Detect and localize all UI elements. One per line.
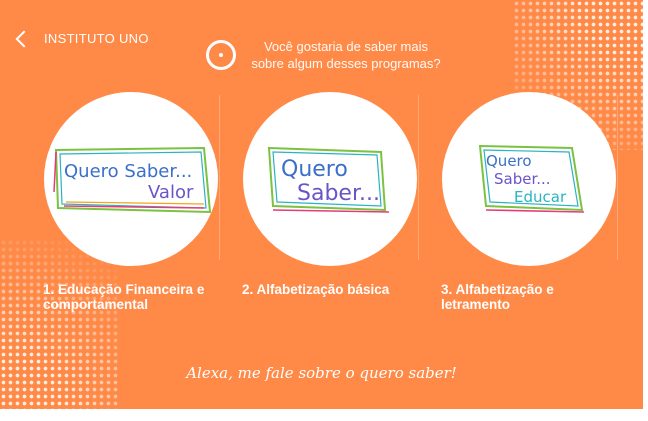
logo-line-2: Saber...	[297, 181, 380, 206]
program-logo-circle: Quero Saber... Educar	[442, 92, 616, 266]
program-title: 1. Educação Financeira e comportamental	[43, 282, 205, 312]
program-logo-circle: Quero Saber... Valor	[44, 92, 218, 266]
logo-line-1: Quero Saber...	[64, 161, 192, 182]
alexa-ring-icon	[206, 40, 236, 70]
program-title: 2. Alfabetização básica	[242, 282, 390, 297]
quero-saber-educar-logo: Quero Saber... Educar	[478, 144, 585, 213]
logo-line-3: Educar	[514, 188, 567, 206]
program-card-1[interactable]: Quero Saber... Valor 1. Educação Finance…	[43, 92, 228, 312]
echo-show-screen: INSTITUTO UNO Você gostaria de saber mai…	[0, 0, 643, 409]
program-logo-circle: Quero Saber...	[243, 92, 417, 266]
alexa-prompt: Você gostaria de saber mais sobre algum …	[206, 38, 446, 72]
program-card-3[interactable]: Quero Saber... Educar 3. Alfabetização e…	[441, 92, 626, 312]
program-title: 3. Alfabetização e letramento	[441, 282, 554, 312]
logo-line-2: Saber...	[494, 170, 551, 188]
voice-hint: Alexa, me fale sobre o quero saber!	[186, 364, 457, 382]
program-card-2[interactable]: Quero Saber... 2. Alfabetização básica	[242, 92, 427, 297]
prompt-line-1: Você gostaria de saber mais	[263, 39, 429, 54]
quero-saber-logo: Quero Saber...	[267, 146, 390, 213]
logo-line-1: Quero	[486, 152, 532, 170]
chevron-left-icon	[15, 30, 33, 47]
back-button[interactable]: INSTITUTO UNO	[14, 30, 149, 47]
quero-saber-valor-logo: Quero Saber... Valor	[53, 146, 212, 214]
logo-line-1: Quero	[281, 157, 348, 182]
skill-title: INSTITUTO UNO	[44, 31, 149, 46]
prompt-line-2: sobre algum desses programas?	[251, 56, 441, 71]
prompt-text: Você gostaria de saber mais sobre algum …	[246, 38, 446, 72]
logo-line-2: Valor	[148, 182, 194, 203]
